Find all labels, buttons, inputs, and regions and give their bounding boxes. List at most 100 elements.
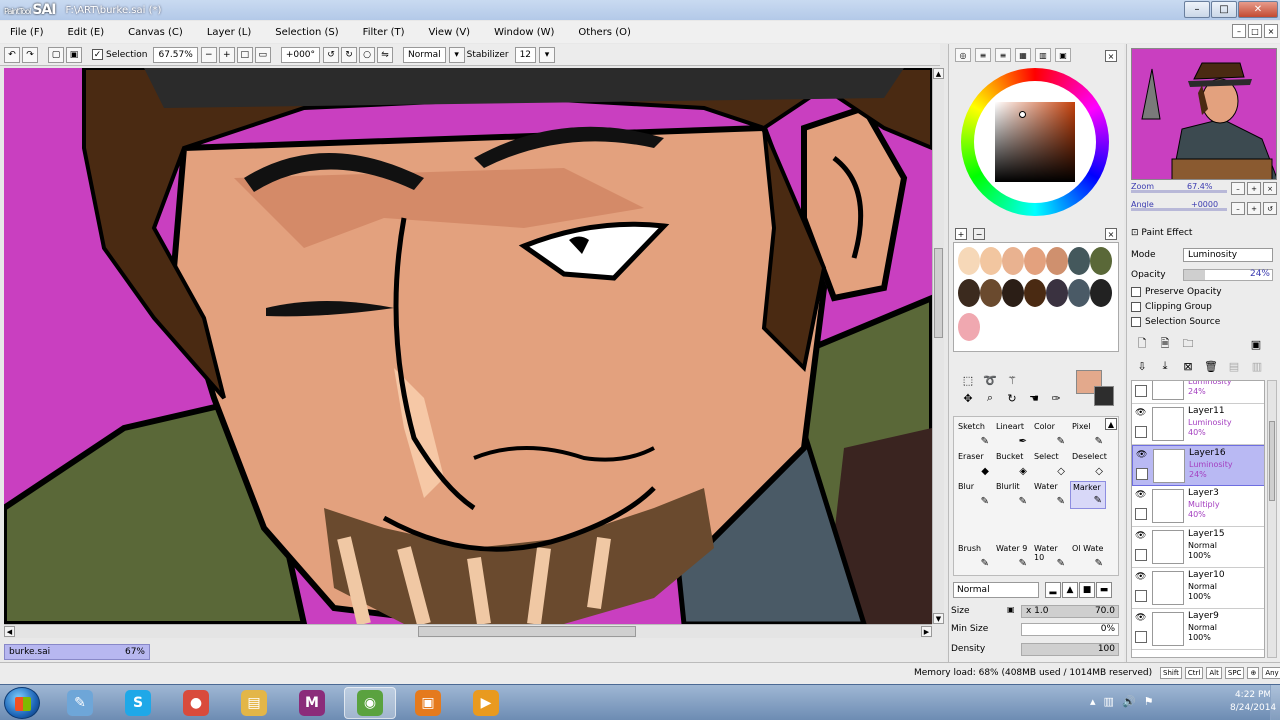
transfer-down-icon[interactable]: ⇩ — [1133, 358, 1151, 374]
zoom-reset-icon[interactable]: □ — [236, 46, 253, 63]
layer-row[interactable]: 👁 Layer15 Normal 100% — [1132, 527, 1264, 568]
drawing-canvas[interactable] — [4, 68, 932, 624]
vertical-scroll-thumb[interactable] — [934, 248, 943, 338]
layer-opacity-slider[interactable]: 24% — [1183, 269, 1273, 281]
layer-row[interactable]: 👁 Layer16 Luminosity 24% — [1132, 445, 1264, 486]
taskbar-chrome[interactable]: ● — [170, 687, 222, 719]
canvas-vertical-scrollbar[interactable]: ▲ ▼ — [932, 68, 944, 624]
selection-checkbox[interactable]: ✓ — [92, 49, 103, 60]
color-mixer-mode-icon[interactable]: ▦ — [1015, 48, 1031, 62]
menu-window[interactable]: Window (W) — [494, 27, 554, 38]
navigator-preview[interactable] — [1131, 48, 1277, 180]
tool-color[interactable]: Color ✎ — [1032, 421, 1068, 449]
tray-arrow-icon[interactable]: ▴ — [1090, 695, 1096, 708]
layer-row[interactable]: 👁 Layer3 Multiply 40% — [1132, 486, 1264, 527]
swatch[interactable] — [1002, 279, 1024, 307]
layer-lock-icon[interactable] — [1136, 468, 1148, 480]
merge-down-icon[interactable]: ⤓ — [1156, 358, 1174, 374]
tool-blur[interactable]: Blur ✎ — [956, 481, 992, 509]
taskbar-paint-app[interactable]: ✎ — [54, 687, 106, 719]
secondary-color-swatch[interactable] — [1094, 386, 1114, 406]
swatch-remove-icon[interactable]: − — [973, 228, 985, 240]
brush-shape-square-icon[interactable]: ■ — [1079, 582, 1095, 598]
swatch[interactable] — [980, 279, 1002, 307]
doc-close-button[interactable]: × — [1264, 24, 1278, 38]
rotate-left-icon[interactable]: ↺ — [323, 46, 340, 63]
color-wheel-mode-icon[interactable]: ◎ — [955, 48, 971, 62]
layer-lock-icon[interactable] — [1135, 385, 1147, 397]
menu-view[interactable]: View (V) — [429, 27, 471, 38]
flag-icon[interactable]: ⚑ — [1144, 695, 1154, 708]
taskbar-mail-app[interactable]: M — [286, 687, 338, 719]
menu-layer[interactable]: Layer (L) — [207, 27, 251, 38]
stabilizer-dropdown-icon[interactable]: ▾ — [539, 46, 556, 63]
zoom-field[interactable]: 67.57% — [153, 46, 198, 63]
brush-shape-round-icon[interactable]: ▲ — [1062, 582, 1078, 598]
show-desktop-button[interactable] — [1270, 685, 1280, 720]
swatch[interactable] — [1046, 247, 1068, 275]
swatches-mode-icon[interactable]: ▥ — [1035, 48, 1051, 62]
color-picker-marker[interactable] — [1019, 111, 1026, 118]
swatch[interactable] — [1024, 247, 1046, 275]
apply-mask-icon[interactable]: ▥ — [1248, 358, 1266, 374]
brush-blend-mode[interactable]: Normal — [953, 582, 1039, 598]
tool-marker[interactable]: Marker ✎ — [1070, 481, 1106, 509]
layer-lock-icon[interactable] — [1135, 590, 1147, 602]
tool-deselect[interactable]: Deselect ◇ — [1070, 451, 1107, 479]
new-linework-layer-icon[interactable]: 🗎 — [1156, 336, 1174, 352]
brush-shape-wide-icon[interactable]: ▬ — [1096, 582, 1112, 598]
swatch[interactable] — [1024, 279, 1046, 307]
layer-visibility-eye-icon[interactable]: 👁 — [1135, 490, 1149, 502]
tool-grid-scroll-up-icon[interactable]: ▲ — [1105, 418, 1117, 430]
canvas-horizontal-scrollbar[interactable]: ◀ ▶ — [4, 624, 932, 638]
menu-others[interactable]: Others (O) — [578, 27, 630, 38]
flip-icon[interactable]: ⇋ — [377, 46, 394, 63]
undo-icon[interactable]: ↶ — [4, 46, 20, 63]
swatch[interactable] — [1046, 279, 1068, 307]
layer-row[interactable]: 👁 Layer10 Normal 100% — [1132, 568, 1264, 609]
network-icon[interactable]: ▥ — [1104, 695, 1114, 708]
blend-mode-field[interactable]: Normal — [403, 46, 446, 63]
doc-restore-button[interactable]: □ — [1248, 24, 1262, 38]
deselect-icon[interactable]: ▢ — [48, 46, 64, 63]
rotate-right-icon[interactable]: ↻ — [341, 46, 358, 63]
tool-water-10[interactable]: Water 10 ✎ — [1032, 543, 1068, 571]
invert-selection-icon[interactable]: ▣ — [66, 46, 82, 63]
clipping-group-checkbox[interactable]: Clipping Group — [1131, 302, 1212, 312]
hsv-slider-mode-icon[interactable]: ≡ — [995, 48, 1011, 62]
taskbar-explorer[interactable]: ▤ — [228, 687, 280, 719]
taskbar-media-player[interactable]: ▶ — [460, 687, 512, 719]
layer-visibility-eye-icon[interactable]: 👁 — [1135, 408, 1149, 420]
swatch[interactable] — [1090, 279, 1112, 307]
layer-visibility-eye-icon[interactable]: 👁 — [1135, 531, 1149, 543]
navigator-rotate-left-icon[interactable]: – — [1231, 202, 1245, 215]
navigator-zoom-reset-icon[interactable]: × — [1263, 182, 1277, 195]
size-lock-icon[interactable]: ▣ — [1007, 605, 1015, 614]
layer-row[interactable]: 👁Luminosity24% — [1132, 381, 1264, 404]
zoom-fit-icon[interactable]: ▭ — [254, 46, 271, 63]
rect-select-icon[interactable]: ⬚ — [959, 372, 977, 388]
brush-shape-flat-icon[interactable]: ▂ — [1045, 582, 1061, 598]
horizontal-scroll-thumb[interactable] — [418, 626, 636, 637]
rotate-tool-icon[interactable]: ↻ — [1003, 390, 1021, 406]
tool-pixel[interactable]: Pixel ✎ — [1070, 421, 1106, 449]
angle-field[interactable]: +000° — [280, 46, 321, 63]
swatch[interactable] — [1002, 247, 1024, 275]
menu-selection[interactable]: Selection (S) — [275, 27, 338, 38]
new-folder-icon[interactable]: 🗀 — [1179, 336, 1197, 352]
layer-lock-icon[interactable] — [1135, 631, 1147, 643]
layer-visibility-eye-icon[interactable]: 👁 — [1136, 450, 1150, 462]
magic-wand-icon[interactable]: ⚚ — [1003, 372, 1021, 388]
layer-visibility-eye-icon[interactable]: 👁 — [1135, 572, 1149, 584]
layer-scroll-thumb[interactable] — [1269, 421, 1275, 501]
tool-lineart[interactable]: Lineart ✒ — [994, 421, 1030, 449]
clear-layer-icon[interactable]: ⊠ — [1179, 358, 1197, 374]
taskbar-app[interactable]: ▣ — [402, 687, 454, 719]
file-tab-burke[interactable]: burke.sai 67% — [4, 644, 150, 660]
navigator-rotate-reset-icon[interactable]: ↺ — [1263, 202, 1277, 215]
tool-bucket[interactable]: Bucket ◈ — [994, 451, 1030, 479]
menu-file[interactable]: File (F) — [10, 27, 43, 38]
scroll-up-icon[interactable]: ▲ — [933, 68, 944, 79]
rgb-slider-mode-icon[interactable]: ≡ — [975, 48, 991, 62]
swatch[interactable] — [958, 313, 980, 341]
